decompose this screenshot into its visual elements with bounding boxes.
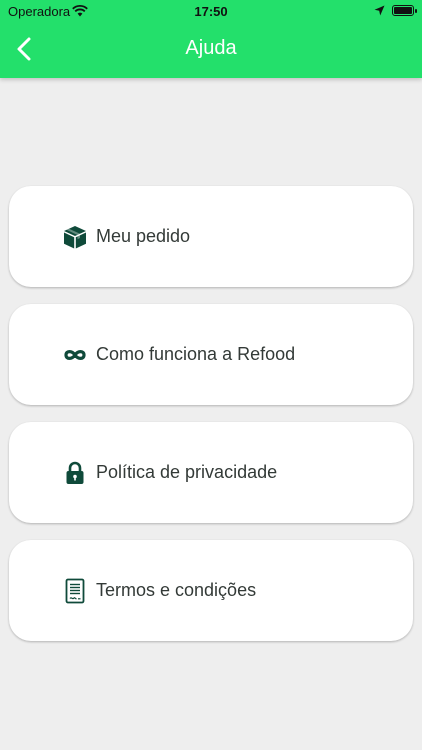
menu-item-politica-privacidade[interactable]: Política de privacidade — [9, 422, 413, 523]
document-icon — [65, 578, 85, 604]
page-title: Ajuda — [185, 37, 237, 59]
location-arrow-icon — [374, 5, 385, 16]
lock-icon — [66, 461, 84, 484]
menu-item-meu-pedido[interactable]: Meu pedido — [9, 186, 413, 287]
package-icon — [64, 226, 86, 249]
infinity-icon — [64, 350, 86, 360]
menu-item-label: Meu pedido — [96, 226, 191, 246]
menu-item-label: Termos e condições — [96, 580, 257, 600]
status-bar: Operadora 17:50 — [0, 0, 422, 22]
battery-icon — [392, 5, 417, 16]
menu-item-como-funciona[interactable]: Como funciona a Refood — [9, 304, 413, 405]
menu-item-label: Como funciona a Refood — [96, 344, 296, 364]
menu-item-termos-condicoes[interactable]: Termos e condições — [9, 540, 413, 641]
status-time: 17:50 — [194, 4, 228, 19]
menu-item-label: Política de privacidade — [96, 462, 278, 482]
app-header: Operadora 17:50 Ajuda — [0, 0, 422, 78]
